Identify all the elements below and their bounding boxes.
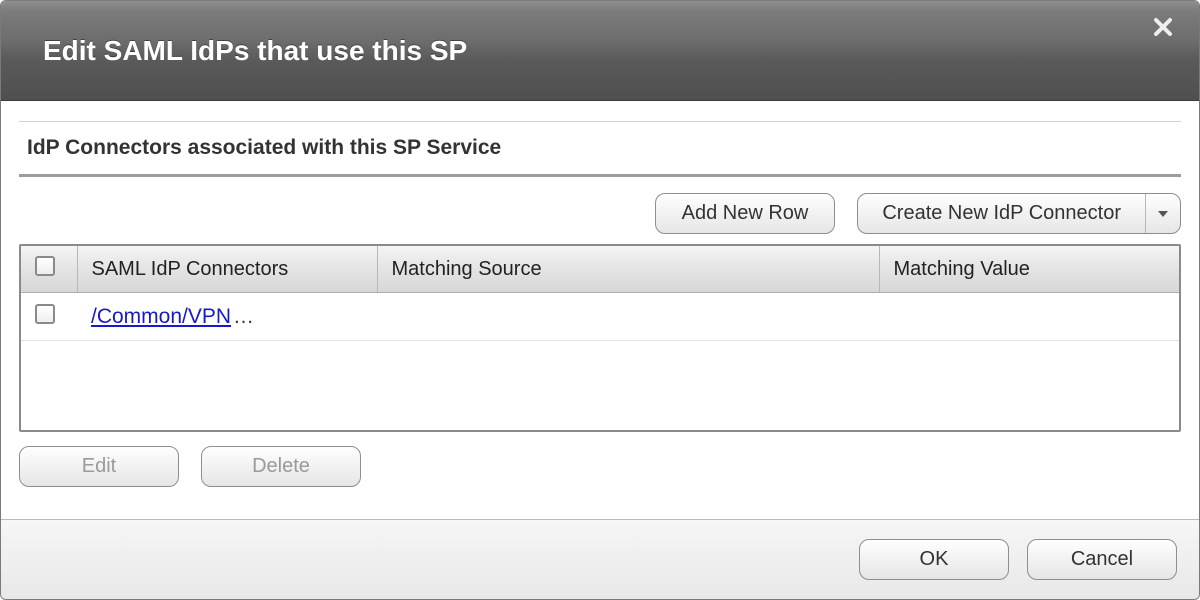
- dialog-footer: OK Cancel: [1, 519, 1199, 599]
- dialog-title: Edit SAML IdPs that use this SP: [43, 35, 467, 67]
- close-button[interactable]: [1149, 15, 1177, 43]
- column-header-select: [21, 246, 77, 293]
- table-header-row: SAML IdP Connectors Matching Source Matc…: [21, 246, 1179, 293]
- column-header-matching-value[interactable]: Matching Value: [879, 246, 1179, 293]
- row-actions: Edit Delete: [13, 432, 1187, 487]
- cancel-button[interactable]: Cancel: [1027, 539, 1177, 580]
- delete-button[interactable]: Delete: [201, 446, 361, 487]
- row-checkbox[interactable]: [35, 304, 55, 324]
- ok-button[interactable]: OK: [859, 539, 1009, 580]
- row-matching-value-cell[interactable]: [879, 293, 1179, 341]
- close-icon: [1153, 17, 1173, 42]
- table-row[interactable]: /Common/VPN…: [21, 293, 1179, 341]
- dialog-body: IdP Connectors associated with this SP S…: [1, 101, 1199, 519]
- dialog: Edit SAML IdPs that use this SP IdP Conn…: [0, 0, 1200, 600]
- row-connector-cell: /Common/VPN…: [77, 293, 377, 341]
- create-idp-connector-button[interactable]: Create New IdP Connector: [857, 193, 1181, 234]
- select-all-checkbox[interactable]: [35, 256, 55, 276]
- connector-ellipsis: …: [233, 305, 254, 328]
- add-new-row-button[interactable]: Add New Row: [655, 193, 836, 234]
- dialog-header: Edit SAML IdPs that use this SP: [1, 1, 1199, 101]
- row-select-cell: [21, 293, 77, 341]
- edit-button[interactable]: Edit: [19, 446, 179, 487]
- column-header-connectors[interactable]: SAML IdP Connectors: [77, 246, 377, 293]
- connectors-table: SAML IdP Connectors Matching Source Matc…: [19, 244, 1181, 432]
- chevron-down-icon: [1158, 211, 1168, 217]
- toolbar: Add New Row Create New IdP Connector: [13, 177, 1187, 244]
- create-idp-connector-dropdown-arrow[interactable]: [1146, 194, 1180, 233]
- column-header-matching-source[interactable]: Matching Source: [377, 246, 879, 293]
- connector-link[interactable]: /Common/VPN: [91, 305, 231, 328]
- section-heading: IdP Connectors associated with this SP S…: [19, 121, 1181, 177]
- row-matching-source-cell[interactable]: [377, 293, 879, 341]
- create-idp-connector-label[interactable]: Create New IdP Connector: [858, 194, 1146, 233]
